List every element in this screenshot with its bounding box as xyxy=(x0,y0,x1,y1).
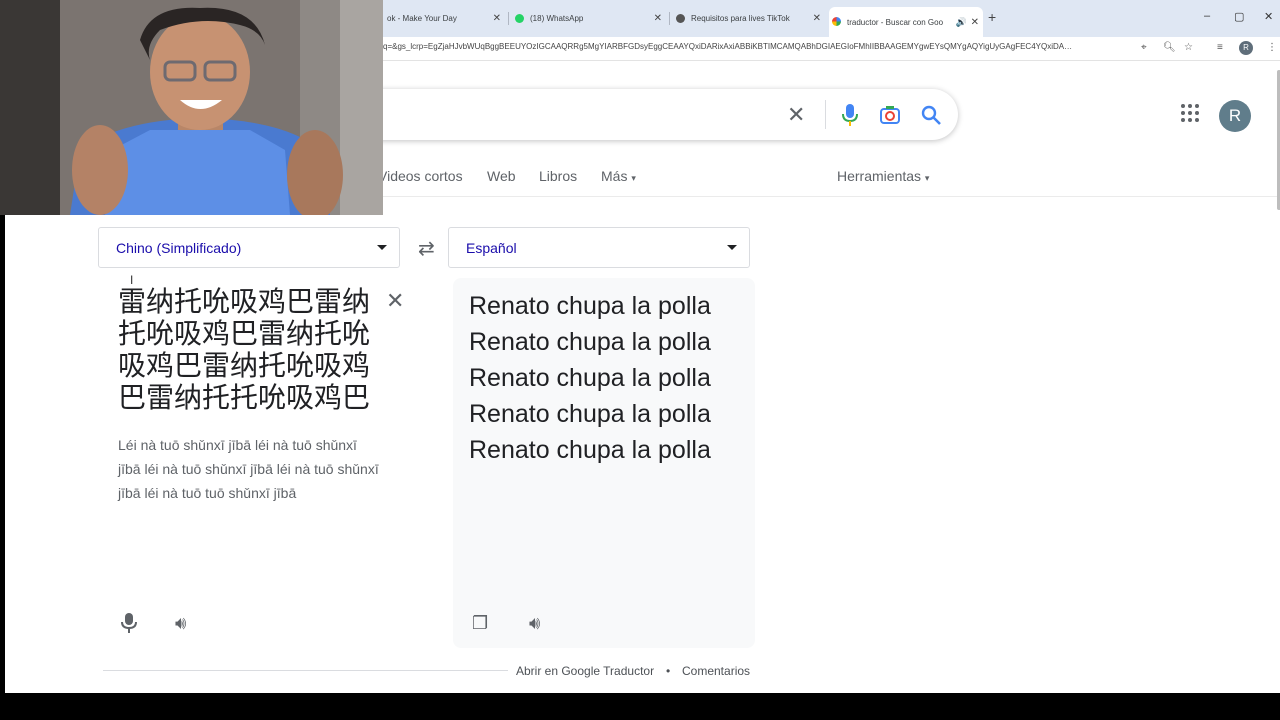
text-cursor-icon: I xyxy=(130,273,134,287)
menu-kebab-icon[interactable]: ⋮ xyxy=(1267,42,1277,53)
source-text-input[interactable]: 雷纳托吮吸鸡巴雷纳托吮吸鸡巴雷纳托吮吸鸡巴雷纳托吮吸鸡巴雷纳托托吮吸鸡巴 xyxy=(118,286,380,414)
webcam-overlay xyxy=(0,0,383,215)
tab-title: ok - Make Your Day xyxy=(387,14,457,23)
tab-whatsapp[interactable]: (18) WhatsApp ✕ xyxy=(512,8,666,29)
speaker-icon: 🔊 xyxy=(955,17,967,27)
close-icon[interactable]: ✕ xyxy=(971,12,979,33)
mic-icon[interactable] xyxy=(842,103,858,127)
open-translator-link[interactable]: Abrir en Google Traductor xyxy=(516,664,654,678)
speaker-icon[interactable]: 🔊︎ xyxy=(175,613,186,634)
lens-icon[interactable] xyxy=(879,104,901,126)
tab-title: Requisitos para lives TikTok xyxy=(691,14,790,23)
feedback-link[interactable]: Comentarios xyxy=(682,664,750,678)
location-icon[interactable]: ⌖ xyxy=(1141,42,1147,53)
translated-text: Renato chupa la polla Renato chupa la po… xyxy=(469,292,711,464)
apps-grid-icon[interactable] xyxy=(1181,104,1201,124)
mic-icon[interactable] xyxy=(121,612,137,634)
google-icon xyxy=(832,17,841,26)
footer-divider xyxy=(103,670,508,671)
zoom-icon[interactable]: 🔍︎ xyxy=(1163,42,1176,53)
tab-requisitos[interactable]: Requisitos para lives TikTok ✕ xyxy=(673,8,825,29)
tab-tiktok[interactable]: ok - Make Your Day ✕ xyxy=(385,8,505,29)
swap-languages-icon[interactable]: ⇄ xyxy=(418,236,435,261)
transliteration: Léi nà tuō shǔnxī jībā léi nà tuō shǔnxī… xyxy=(118,437,379,501)
clear-text-icon[interactable]: ✕ xyxy=(386,288,404,314)
search-icon[interactable] xyxy=(920,104,942,126)
target-language-label: Español xyxy=(466,240,517,256)
tab-title: traductor - Buscar con Goo xyxy=(847,18,944,27)
close-icon[interactable]: ✕ xyxy=(493,8,501,29)
tab-books[interactable]: Libros xyxy=(539,168,577,184)
speaker-icon[interactable]: 🔊︎ xyxy=(529,613,540,634)
search-input[interactable] xyxy=(305,89,958,140)
restore-button[interactable]: ▢ xyxy=(1234,10,1244,23)
bookmark-star-icon[interactable]: ☆ xyxy=(1184,42,1193,53)
new-tab-button[interactable]: + xyxy=(988,9,996,25)
tab-more[interactable]: Más ▾ xyxy=(601,168,636,184)
window-close-button[interactable]: ✕ xyxy=(1264,10,1273,23)
footer-dot: • xyxy=(666,664,671,678)
site-icon xyxy=(676,14,685,23)
avatar[interactable]: R xyxy=(1219,100,1251,132)
source-language-label: Chino (Simplificado) xyxy=(116,240,242,256)
close-icon[interactable]: ✕ xyxy=(813,8,821,29)
search-divider xyxy=(825,100,826,129)
tab-traductor[interactable]: traductor - Buscar con Goo 🔊 ✕ xyxy=(829,7,983,37)
tab-videos[interactable]: Videos cortos xyxy=(378,168,463,184)
tab-web[interactable]: Web xyxy=(487,168,516,184)
copy-icon[interactable]: ❐ xyxy=(472,613,488,634)
close-icon[interactable]: ✕ xyxy=(654,8,662,29)
source-language-select[interactable]: Chino (Simplificado) xyxy=(98,227,400,268)
profile-avatar-small[interactable]: R xyxy=(1239,41,1253,55)
dropdown-caret-icon xyxy=(727,245,737,250)
whatsapp-icon xyxy=(515,14,524,23)
address-bar[interactable]: q=&gs_lcrp=EgZjaHJvbWUqBggBEEUYOzIGCAAQR… xyxy=(383,42,1135,51)
tab-title: (18) WhatsApp xyxy=(530,14,584,23)
translation-output-panel: Renato chupa la polla Renato chupa la po… xyxy=(453,278,755,648)
clear-search-icon[interactable]: ✕ xyxy=(787,102,805,128)
target-language-select[interactable]: Español xyxy=(448,227,750,268)
minimize-button[interactable]: – xyxy=(1204,10,1210,22)
tools-button[interactable]: Herramientas ▾ xyxy=(837,168,929,184)
media-icon[interactable]: ≡ xyxy=(1217,42,1223,53)
dropdown-caret-icon xyxy=(377,245,387,250)
